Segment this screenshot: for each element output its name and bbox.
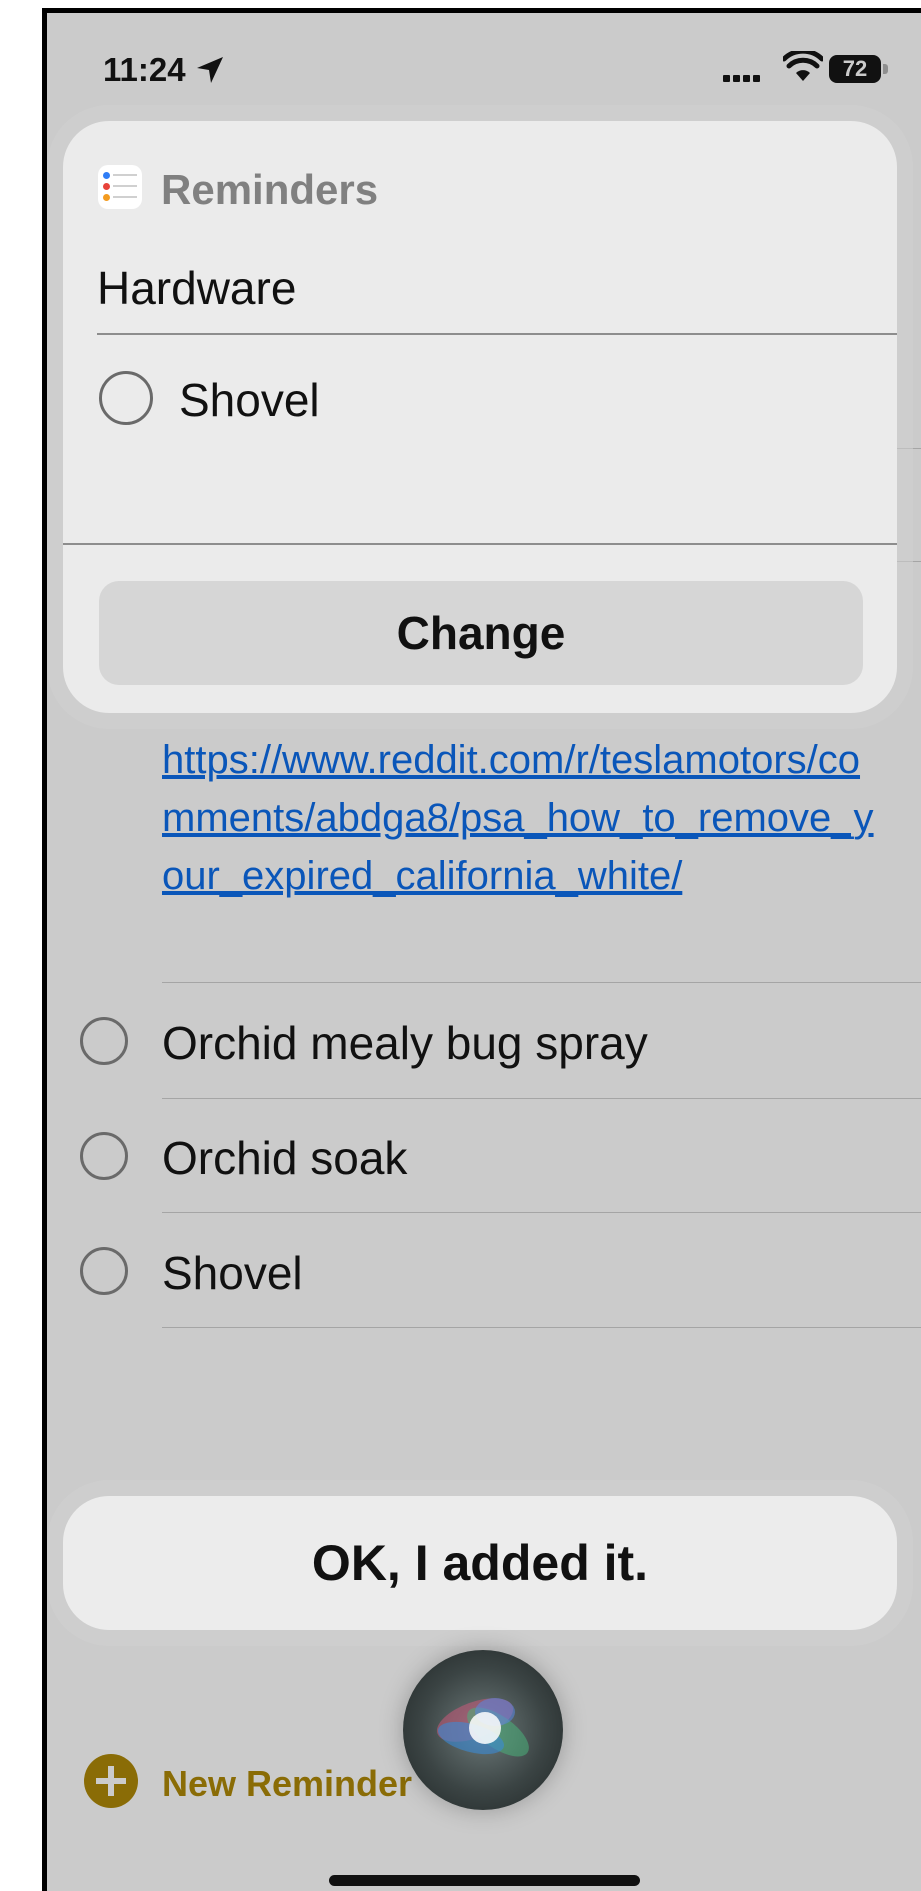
siri-reminder-card: Reminders Hardware Shovel Change xyxy=(63,121,897,713)
add-reminder-icon[interactable] xyxy=(84,1754,138,1808)
row-divider xyxy=(162,1098,921,1099)
phone-screen: 11:24 72 https://www.reddit.com/r/teslam… xyxy=(42,8,921,1891)
reminder-checkbox[interactable] xyxy=(80,1247,128,1295)
new-reminder-button[interactable]: New Reminder xyxy=(162,1763,412,1805)
siri-response-text: OK, I added it. xyxy=(311,1535,649,1591)
battery-nub xyxy=(883,64,888,74)
reminders-app-icon xyxy=(98,165,142,209)
location-arrow-icon xyxy=(197,57,223,83)
battery-level: 72 xyxy=(842,56,868,81)
reminder-item-1[interactable]: Orchid mealy bug spray xyxy=(162,1016,648,1070)
row-divider xyxy=(162,1327,921,1328)
card-item-label: Shovel xyxy=(179,374,320,426)
reminder-item-3[interactable]: Shovel xyxy=(162,1246,303,1300)
reminder-link[interactable]: https://www.reddit.com/r/teslamotors/com… xyxy=(162,731,882,905)
battery-icon: 72 xyxy=(829,55,881,83)
reminder-checkbox[interactable] xyxy=(80,1132,128,1180)
card-item-checkbox[interactable] xyxy=(99,371,153,425)
reminder-item-2[interactable]: Orchid soak xyxy=(162,1131,407,1185)
divider xyxy=(97,333,897,335)
reminder-checkbox[interactable] xyxy=(80,1017,128,1065)
row-divider xyxy=(162,1212,921,1213)
siri-orb-icon[interactable] xyxy=(403,1650,563,1810)
wifi-icon xyxy=(783,51,823,81)
row-divider xyxy=(162,982,921,983)
siri-response-bubble: OK, I added it. xyxy=(63,1496,897,1630)
app-name: Reminders xyxy=(161,166,379,213)
home-indicator[interactable] xyxy=(329,1875,640,1886)
divider xyxy=(63,543,897,545)
status-time: 11:24 xyxy=(103,51,186,88)
list-name: Hardware xyxy=(97,262,297,314)
siri-orb-glow xyxy=(436,1698,529,1757)
change-button[interactable]: Change xyxy=(99,581,863,685)
